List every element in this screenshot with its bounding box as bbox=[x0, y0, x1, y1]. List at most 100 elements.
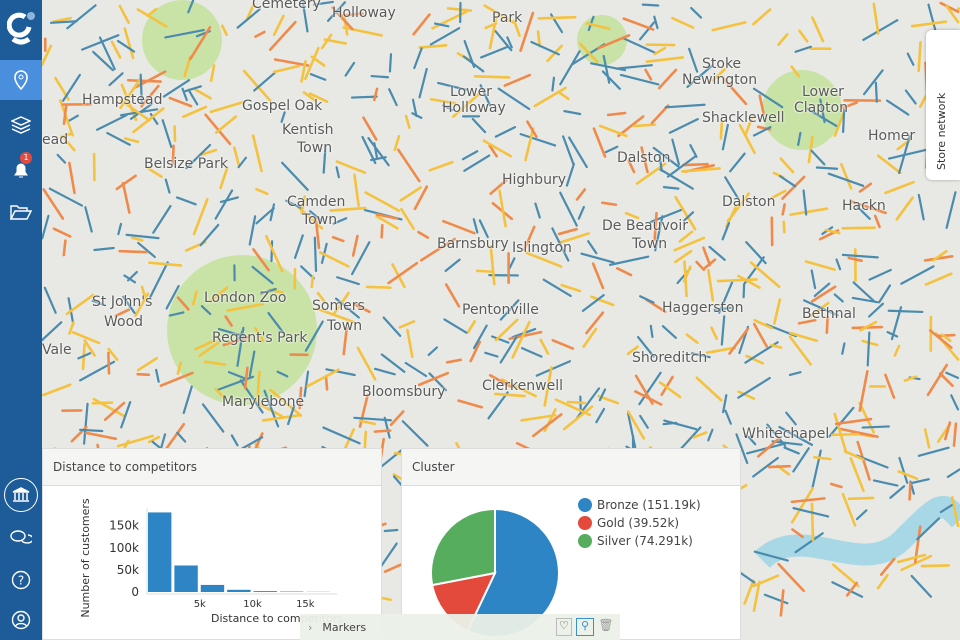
map-label: Belsize Park bbox=[144, 156, 228, 172]
legend-swatch bbox=[578, 498, 592, 512]
store-network-label: Store network bbox=[935, 92, 948, 170]
map-label: Lower bbox=[450, 84, 492, 100]
street bbox=[350, 95, 378, 99]
store-network-tab[interactable]: Store network bbox=[926, 30, 960, 180]
map-label: Homer bbox=[868, 128, 916, 144]
street bbox=[370, 74, 390, 79]
street bbox=[841, 226, 876, 230]
street bbox=[136, 372, 151, 377]
sidebar-item-help[interactable]: ? bbox=[0, 560, 42, 600]
chevron-right-icon[interactable]: › bbox=[308, 621, 312, 634]
map-label: Hampstead bbox=[82, 92, 163, 108]
svg-text:?: ? bbox=[18, 574, 24, 588]
street bbox=[874, 81, 878, 103]
y-tick-label: 0 bbox=[131, 585, 139, 599]
map-label: Shoreditch bbox=[632, 350, 708, 366]
legend-label: Bronze (151.19k) bbox=[597, 498, 701, 512]
trash-icon[interactable]: 🗑 bbox=[598, 618, 614, 636]
map-label: Clapton bbox=[794, 100, 849, 116]
map-label: Shacklewell bbox=[702, 110, 785, 126]
map-pin-icon bbox=[13, 70, 29, 90]
map-label: Haggerston bbox=[662, 300, 744, 316]
street bbox=[537, 15, 577, 20]
map-label: Newington bbox=[682, 72, 758, 88]
street bbox=[62, 239, 67, 257]
street bbox=[551, 76, 556, 92]
y-tick-label: 50k bbox=[117, 563, 139, 577]
street bbox=[810, 502, 815, 542]
x-tick-label: 10k bbox=[243, 599, 262, 610]
sidebar-item-files[interactable] bbox=[0, 192, 42, 232]
markers-label: Markers bbox=[322, 620, 367, 634]
legend-item: Bronze (151.19k) bbox=[578, 496, 701, 514]
street bbox=[388, 53, 393, 73]
pie-slice bbox=[430, 507, 496, 587]
map-label: ead bbox=[42, 132, 69, 148]
map-label: Holloway bbox=[332, 5, 396, 21]
sidebar-item-bank[interactable] bbox=[0, 475, 42, 515]
y-axis-label: Number of customers bbox=[79, 498, 92, 618]
legend-item: Gold (39.52k) bbox=[578, 514, 701, 532]
sidebar-item-profile[interactable] bbox=[0, 600, 42, 640]
histogram-bar bbox=[253, 591, 277, 592]
sidebar-item-markers[interactable] bbox=[0, 60, 42, 100]
map-label: Clerkenwell bbox=[482, 378, 563, 394]
histogram-bar bbox=[148, 512, 172, 592]
map-label: Vale bbox=[42, 342, 72, 358]
histogram-bar bbox=[227, 589, 251, 592]
logo bbox=[0, 8, 42, 48]
street bbox=[716, 278, 758, 283]
cluster-widget: Cluster Bronze (151.19k) Gold (39.52k) Sil… bbox=[401, 448, 741, 640]
sidebar-item-notifications[interactable]: 1 bbox=[0, 150, 42, 190]
map-label: Wood bbox=[104, 314, 144, 330]
map-label: Bethnal bbox=[802, 306, 856, 322]
street bbox=[79, 428, 104, 433]
map-label: Kentish bbox=[282, 122, 334, 138]
street bbox=[475, 269, 495, 274]
map-label: De Beauvoir bbox=[602, 218, 689, 234]
y-tick-label: 100k bbox=[109, 541, 139, 555]
map-label: Town bbox=[297, 140, 333, 156]
street bbox=[365, 285, 392, 289]
street bbox=[682, 162, 709, 167]
street bbox=[473, 75, 511, 79]
distance-widget: Distance to competitors 0 50k 100k 150k 5k 10… bbox=[42, 448, 382, 640]
pin-icon[interactable]: ⚲ bbox=[576, 618, 594, 636]
street bbox=[887, 309, 924, 314]
notification-badge: 1 bbox=[20, 152, 32, 164]
widget-title: Distance to competitors bbox=[43, 449, 381, 486]
folder-icon bbox=[10, 204, 32, 220]
street bbox=[310, 275, 315, 289]
markers-bar[interactable]: › Markers ♡ ⚲ 🗑 bbox=[300, 614, 620, 640]
map-label: Town bbox=[302, 212, 338, 228]
histogram-bar bbox=[174, 565, 198, 592]
histogram-bar bbox=[200, 584, 225, 592]
map-label: Highbury bbox=[502, 172, 566, 188]
street bbox=[847, 496, 875, 501]
street bbox=[830, 432, 860, 437]
legend-label: Gold (39.52k) bbox=[597, 516, 680, 530]
map-label: Town bbox=[632, 236, 668, 252]
map-label: Whitechapel bbox=[742, 426, 830, 442]
map-label: Regent's Park bbox=[212, 330, 308, 346]
map-label: Barnsbury bbox=[437, 236, 509, 252]
street bbox=[662, 186, 680, 190]
map-label: Islington bbox=[512, 240, 572, 256]
sidebar-item-chat[interactable] bbox=[0, 518, 42, 558]
street bbox=[920, 564, 951, 568]
map-label: Holloway bbox=[442, 100, 506, 116]
map-label: Gospel Oak bbox=[242, 98, 323, 114]
sidebar: 1 ? bbox=[0, 0, 42, 640]
map-label: Dalston bbox=[617, 150, 671, 166]
map-label: Camden bbox=[287, 194, 346, 210]
street bbox=[956, 7, 960, 12]
sidebar-item-layers[interactable] bbox=[0, 105, 42, 145]
map-label: Park bbox=[492, 10, 523, 26]
map-label: Marylebone bbox=[222, 394, 305, 410]
map-label: Town bbox=[327, 318, 363, 334]
street bbox=[313, 236, 318, 273]
pin-outline-icon[interactable]: ♡ bbox=[556, 618, 572, 636]
street bbox=[107, 351, 111, 375]
street bbox=[324, 375, 329, 391]
street bbox=[917, 41, 922, 73]
